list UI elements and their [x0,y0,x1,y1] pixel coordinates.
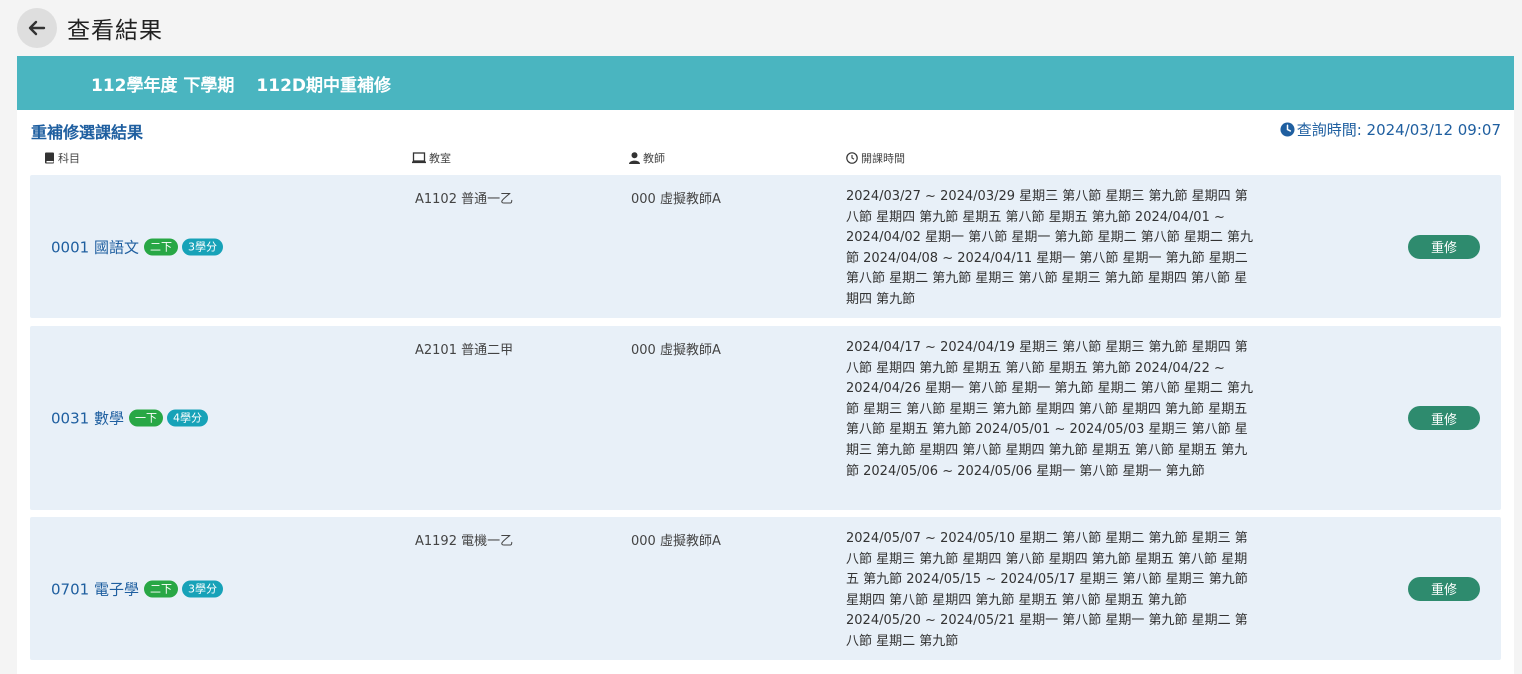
page-title: 查看結果 [67,18,163,44]
column-header-subject: 科目 [44,150,80,166]
monitor-icon [412,152,426,164]
grade-badge: 一下 [128,409,163,427]
book-icon [45,152,54,164]
retake-button[interactable]: 重修 [1408,234,1480,259]
credit-badge: 3學分 [181,580,223,597]
course-row: 0001 國語文 二下 3學分 A1102 普通一乙 000 虛擬教師A 202… [30,175,1501,318]
results-panel: 重補修選課結果 查詢時間: 2024/03/12 09:07 科目 教室 教師 [17,110,1514,674]
clock-icon [846,152,858,164]
course-classroom: A1102 普通一乙 [415,192,514,207]
course-schedule: 2024/03/27 ~ 2024/03/29 星期三 第八節 星期三 第九節 … [846,189,1253,307]
column-header-classroom: 教室 [412,150,451,166]
user-icon [629,152,640,164]
session-label: 112D期中重補修 [256,75,392,96]
column-header-schedule: 開課時間 [846,150,905,166]
arrow-left-icon [28,20,46,36]
course-subject: 0001 國語文 二下 3學分 [51,236,223,257]
column-header-teacher: 教師 [629,150,665,166]
grade-badge: 二下 [143,238,178,255]
course-teacher: 000 虛擬教師A [631,343,721,358]
query-time: 查詢時間: 2024/03/12 09:07 [1280,119,1501,140]
course-name-link[interactable]: 0001 國語文 [51,236,139,257]
course-schedule: 2024/05/07 ~ 2024/05/10 星期二 第八節 星期二 第九節 … [846,531,1248,649]
top-bar: 查看結果 [0,0,1522,56]
course-classroom: A2101 普通二甲 [415,343,514,358]
course-subject: 0031 數學 一下 4學分 [51,408,208,429]
course-teacher: 000 虛擬教師A [631,192,721,207]
course-row: 0701 電子學 二下 3學分 A1192 電機一乙 000 虛擬教師A 202… [30,517,1501,660]
term-label: 112學年度 下學期 [91,75,235,96]
course-name-link[interactable]: 0031 數學 [51,408,124,429]
retake-button[interactable]: 重修 [1408,576,1480,601]
course-schedule: 2024/04/17 ~ 2024/04/19 星期三 第八節 星期三 第九節 … [846,340,1253,479]
course-classroom: A1192 電機一乙 [415,534,514,549]
credit-badge: 3學分 [181,238,223,255]
query-time-text: 查詢時間: 2024/03/12 09:07 [1296,121,1501,139]
course-subject: 0701 電子學 二下 3學分 [51,578,223,599]
term-banner: 112學年度 下學期 112D期中重補修 [17,56,1514,110]
section-title: 重補修選課結果 [31,123,144,142]
clock-icon [1280,122,1295,137]
back-button[interactable] [17,8,57,48]
retake-button[interactable]: 重修 [1408,406,1480,430]
grade-badge: 二下 [143,580,178,597]
course-name-link[interactable]: 0701 電子學 [51,578,139,599]
course-row: 0031 數學 一下 4學分 A2101 普通二甲 000 虛擬教師A 2024… [30,326,1501,510]
credit-badge: 4學分 [166,409,208,427]
course-teacher: 000 虛擬教師A [631,534,721,549]
